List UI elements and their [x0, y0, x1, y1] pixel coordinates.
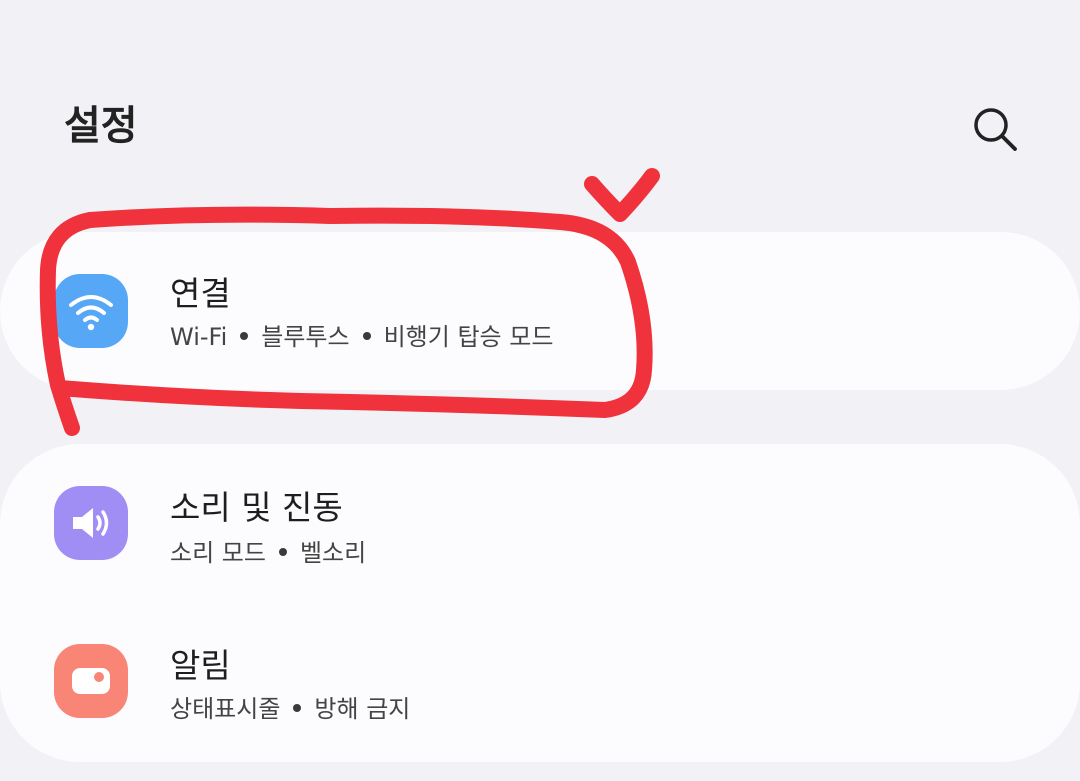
notification-icon: [72, 668, 110, 694]
connections-icon-tile: [54, 274, 128, 348]
page-title: 설정: [64, 103, 138, 149]
separator-dot: [293, 704, 302, 712]
notifications-subtitle: 상태표시줄 방해 금지: [170, 692, 410, 726]
separator-dot: [278, 548, 287, 556]
speaker-icon: [73, 508, 109, 538]
settings-item-connections[interactable]: 연결 Wi-Fi 블루투스 비행기 탑승 모드: [0, 236, 1080, 386]
sound-title: 소리 및 진동: [170, 488, 343, 527]
subtitle-part-do-not-disturb: 방해 금지: [314, 695, 411, 723]
settings-item-notifications[interactable]: 알림 상태표시줄 방해 금지: [0, 610, 1080, 760]
search-button[interactable]: [966, 100, 1024, 158]
subtitle-part-status-bar: 상태표시줄: [170, 695, 281, 723]
subtitle-part-wifi: Wi-Fi: [170, 323, 228, 351]
connections-card: 연결 Wi-Fi 블루투스 비행기 탑승 모드: [0, 232, 1080, 390]
notifications-title: 알림: [170, 646, 231, 685]
connections-subtitle: Wi-Fi 블루투스 비행기 탑승 모드: [170, 320, 553, 354]
sound-notifications-card: 소리 및 진동 소리 모드 벨소리 알림 상태표시줄 방해 금지: [0, 444, 1080, 762]
settings-item-sound[interactable]: 소리 및 진동 소리 모드 벨소리: [0, 452, 1080, 602]
subtitle-part-ringtone: 벨소리: [299, 539, 367, 567]
search-icon: [974, 108, 1017, 151]
check-marker: [584, 168, 660, 222]
notifications-icon-tile: [54, 644, 128, 718]
subtitle-part-airplane: 비행기 탑승 모드: [383, 323, 554, 351]
connections-title: 연결: [170, 274, 231, 313]
sound-subtitle: 소리 모드 벨소리: [170, 536, 366, 570]
wifi-icon: [69, 295, 113, 331]
subtitle-part-bluetooth: 블루투스: [261, 323, 350, 351]
separator-dot: [240, 332, 249, 340]
sound-icon-tile: [54, 486, 128, 560]
subtitle-part-sound-mode: 소리 모드: [170, 539, 266, 567]
separator-dot: [362, 332, 371, 340]
